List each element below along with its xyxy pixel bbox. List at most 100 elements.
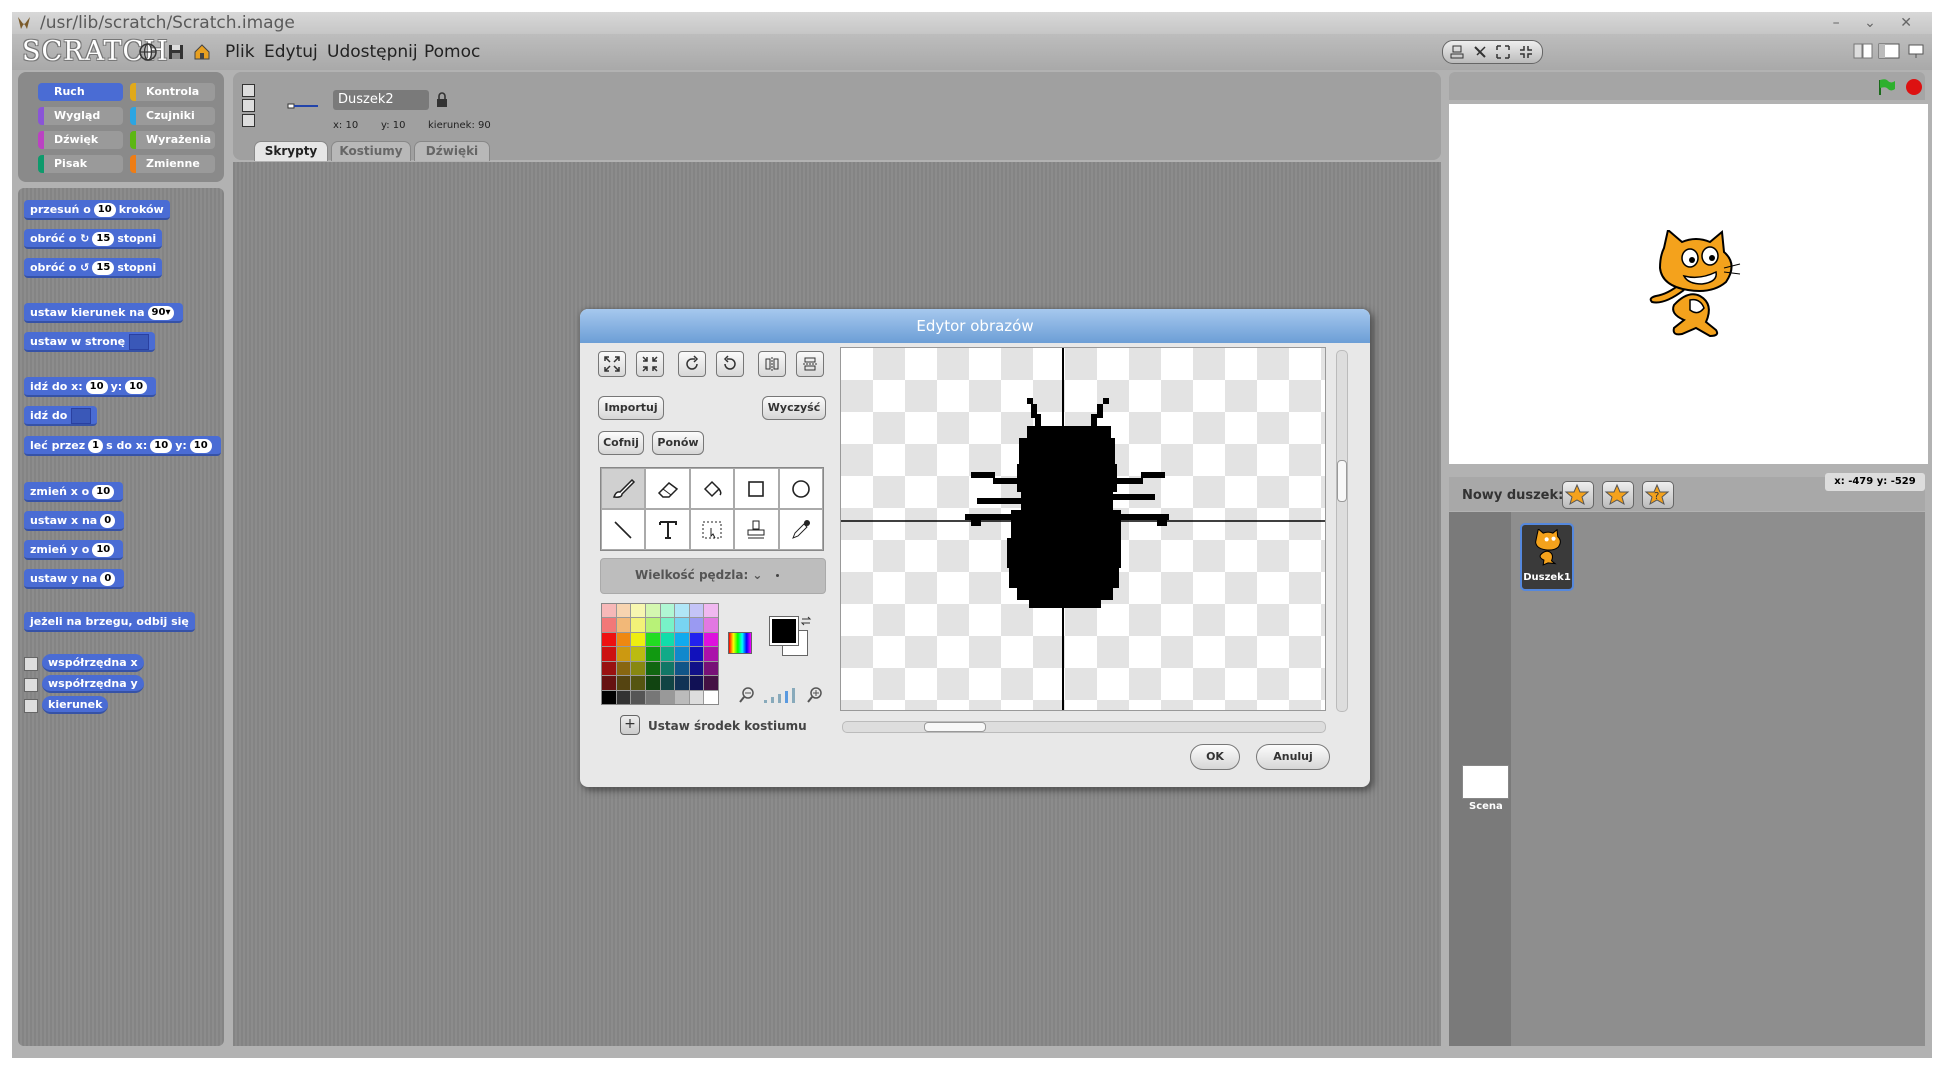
palette-swatch[interactable]: [660, 604, 675, 618]
rotate-left-tool[interactable]: [716, 351, 744, 377]
block-input[interactable]: 15: [92, 232, 115, 246]
block-input[interactable]: 15: [92, 261, 115, 275]
small-stage-icon[interactable]: [1853, 42, 1873, 60]
checkbox-direction[interactable]: [24, 699, 38, 713]
block-point-towards[interactable]: ustaw w stronę: [24, 332, 156, 352]
presentation-mode-icon[interactable]: [1906, 42, 1926, 60]
palette-swatch[interactable]: [704, 632, 718, 647]
undo-button[interactable]: Cofnij: [598, 431, 644, 455]
sprite-name-field[interactable]: Duszek2: [333, 90, 429, 110]
clear-button[interactable]: Wyczyść: [762, 396, 826, 420]
palette-swatch[interactable]: [631, 618, 645, 632]
palette-swatch[interactable]: [660, 690, 675, 704]
block-bounce[interactable]: jeżeli na brzegu, odbij się: [24, 612, 195, 632]
palette-swatch[interactable]: [616, 618, 631, 632]
palette-swatch[interactable]: [660, 632, 675, 647]
canvas-horizontal-scrollbar[interactable]: [842, 721, 1326, 733]
category-sensing[interactable]: Czujniki: [130, 107, 215, 125]
palette-swatch[interactable]: [602, 661, 616, 676]
palette-swatch[interactable]: [675, 661, 689, 676]
block-input[interactable]: 0: [100, 572, 116, 586]
share-house-icon[interactable]: [192, 42, 212, 62]
cancel-button[interactable]: Anuluj: [1256, 744, 1330, 770]
block-input[interactable]: 10: [93, 203, 116, 217]
language-globe-icon[interactable]: [138, 42, 158, 62]
window-controls[interactable]: – ⌄ ✕: [1833, 12, 1922, 34]
block-input[interactable]: 10: [189, 439, 212, 453]
palette-swatch[interactable]: [602, 647, 616, 661]
choose-sprite-file-button[interactable]: [1602, 481, 1634, 509]
block-input[interactable]: 0: [100, 514, 116, 528]
palette-swatch[interactable]: [689, 661, 704, 676]
color-spectrum-button[interactable]: [728, 632, 752, 654]
menu-help[interactable]: Pomoc: [424, 42, 480, 62]
block-turn-right[interactable]: obróć o ↻ 15 stopni: [24, 229, 163, 249]
color-palette[interactable]: [601, 603, 719, 705]
palette-swatch[interactable]: [602, 676, 616, 690]
sprite-thumbnail[interactable]: Duszek1: [1520, 523, 1574, 591]
palette-swatch[interactable]: [689, 618, 704, 632]
block-dropdown[interactable]: [129, 334, 150, 350]
checkbox-x-position[interactable]: [24, 657, 38, 671]
stop-icon[interactable]: [1905, 78, 1923, 96]
block-set-y[interactable]: ustaw y na 0: [24, 569, 125, 589]
palette-swatch[interactable]: [660, 618, 675, 632]
stage-thumbnail[interactable]: [1462, 765, 1509, 799]
category-pen[interactable]: Pisak: [38, 155, 123, 173]
palette-swatch[interactable]: [645, 676, 660, 690]
ellipse-tool[interactable]: [778, 468, 823, 509]
normal-stage-icon[interactable]: [1878, 42, 1900, 60]
palette-swatch[interactable]: [631, 690, 645, 704]
stamp-tool[interactable]: [734, 509, 779, 550]
lock-icon[interactable]: [436, 92, 448, 108]
redo-button[interactable]: Ponów: [652, 431, 704, 455]
shrink-tool[interactable]: [636, 351, 664, 377]
category-operators[interactable]: Wyrażenia: [130, 131, 215, 149]
palette-swatch[interactable]: [602, 632, 616, 647]
palette-swatch[interactable]: [689, 676, 704, 690]
block-input[interactable]: 10: [150, 439, 173, 453]
block-input[interactable]: 10: [92, 543, 115, 557]
zoom-out-icon[interactable]: [738, 686, 756, 704]
palette-swatch[interactable]: [689, 647, 704, 661]
palette-swatch[interactable]: [675, 632, 689, 647]
palette-swatch[interactable]: [704, 676, 718, 690]
ok-button[interactable]: OK: [1190, 744, 1240, 770]
flip-horizontal-icon[interactable]: [242, 99, 255, 112]
palette-swatch[interactable]: [631, 676, 645, 690]
foreground-color-swatch[interactable]: [769, 616, 799, 646]
delete-scissors-icon[interactable]: [1472, 44, 1488, 60]
no-rotate-icon[interactable]: [242, 114, 255, 127]
block-change-y[interactable]: zmień y o 10: [24, 540, 124, 560]
import-button[interactable]: Importuj: [598, 396, 664, 420]
block-point-direction[interactable]: ustaw kierunek na 90▾: [24, 303, 184, 323]
palette-swatch[interactable]: [602, 604, 616, 618]
block-dropdown[interactable]: [71, 408, 92, 424]
canvas-vertical-scrollbar[interactable]: [1336, 350, 1348, 712]
swap-colors-icon[interactable]: [800, 615, 812, 627]
block-set-x[interactable]: ustaw x na 0: [24, 511, 125, 531]
block-change-x[interactable]: zmień x o 10: [24, 482, 124, 502]
block-input[interactable]: 90▾: [147, 306, 175, 320]
palette-swatch[interactable]: [616, 632, 631, 647]
tab-sounds[interactable]: Dźwięki: [414, 141, 490, 161]
surprise-sprite-button[interactable]: ?: [1642, 481, 1674, 509]
tab-scripts[interactable]: Skrypty: [254, 141, 328, 161]
category-motion[interactable]: Ruch: [38, 83, 123, 101]
palette-swatch[interactable]: [689, 632, 704, 647]
category-looks[interactable]: Wygląd: [38, 107, 123, 125]
palette-swatch[interactable]: [704, 618, 718, 632]
grow-tool[interactable]: [598, 351, 626, 377]
palette-swatch[interactable]: [675, 676, 689, 690]
paintbrush-tool[interactable]: [601, 468, 646, 509]
flip-vertical-tool[interactable]: [796, 351, 824, 377]
reporter-x-position[interactable]: współrzędna x: [42, 654, 144, 672]
palette-swatch[interactable]: [631, 661, 645, 676]
menu-edit[interactable]: Edytuj: [264, 42, 318, 62]
block-move-steps[interactable]: przesuń o 10 kroków: [24, 200, 170, 220]
block-input[interactable]: 10: [125, 380, 148, 394]
palette-swatch[interactable]: [704, 647, 718, 661]
set-center-label[interactable]: Ustaw środek kostiumu: [648, 719, 807, 733]
paint-new-sprite-button[interactable]: [1562, 481, 1594, 509]
block-glide[interactable]: leć przez 1 s do x: 10 y: 10: [24, 436, 221, 456]
